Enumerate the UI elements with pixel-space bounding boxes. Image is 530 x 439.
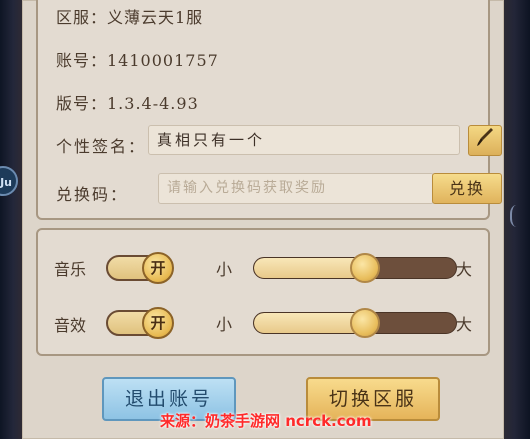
server-info: 区服：义薄云天1服 <box>56 8 204 27</box>
music-volume-thumb[interactable] <box>350 253 381 283</box>
sfx-toggle[interactable]: 开 <box>106 307 174 339</box>
sfx-min-label: 小 <box>216 315 233 334</box>
redeem-label: 兑换码： <box>56 185 129 204</box>
sfx-toggle-knob: 开 <box>142 307 174 339</box>
sfx-volume-thumb[interactable] <box>350 308 381 338</box>
music-min-label: 小 <box>216 260 233 279</box>
redeem-button[interactable]: 兑换 <box>432 173 502 204</box>
account-info-box: 区服：义薄云天1服 账号：1410001757 版号：1.3.4-4.93 个性… <box>36 0 502 220</box>
brush-icon <box>476 128 494 152</box>
music-toggle[interactable]: 开 <box>106 252 174 284</box>
settings-panel: 区服：义薄云天1服 账号：1410001757 版号：1.3.4-4.93 个性… <box>22 0 504 439</box>
redeem-code-input[interactable]: 请输入兑换码获取奖励 <box>158 173 434 204</box>
music-toggle-knob: 开 <box>142 252 174 284</box>
music-max-label: 大 <box>456 260 473 279</box>
account-info: 账号：1410001757 <box>56 51 219 70</box>
background-left <box>0 0 22 439</box>
version-info: 版号：1.3.4-4.93 <box>56 94 199 113</box>
edit-signature-button[interactable] <box>468 125 502 156</box>
sfx-label: 音效 <box>54 316 87 335</box>
side-handle <box>510 205 526 227</box>
signature-field[interactable]: 真相只有一个 <box>148 125 460 155</box>
sfx-max-label: 大 <box>456 315 473 334</box>
music-label: 音乐 <box>54 260 87 279</box>
watermark: 来源：奶茶手游网 ncrck.com <box>160 412 372 430</box>
sound-settings-box: 音乐 开 小 大 音效 开 小 大 <box>36 228 490 356</box>
signature-label: 个性签名： <box>56 137 147 156</box>
